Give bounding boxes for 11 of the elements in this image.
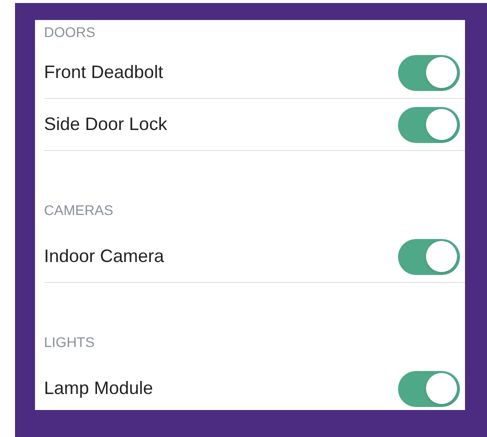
toggle-switch[interactable]	[398, 238, 460, 274]
toggle-switch[interactable]	[398, 370, 460, 406]
setting-label: Lamp Module	[44, 377, 154, 400]
toggle-switch[interactable]	[398, 54, 460, 90]
setting-label: Front Deadbolt	[44, 61, 164, 84]
setting-label: Indoor Camera	[44, 245, 164, 268]
toggle-switch[interactable]	[398, 106, 460, 142]
setting-label: Side Door Lock	[44, 113, 168, 136]
section-header: CAMERAS	[44, 202, 114, 219]
section-header: LIGHTS	[44, 334, 95, 351]
section-header: DOORS	[44, 24, 96, 41]
